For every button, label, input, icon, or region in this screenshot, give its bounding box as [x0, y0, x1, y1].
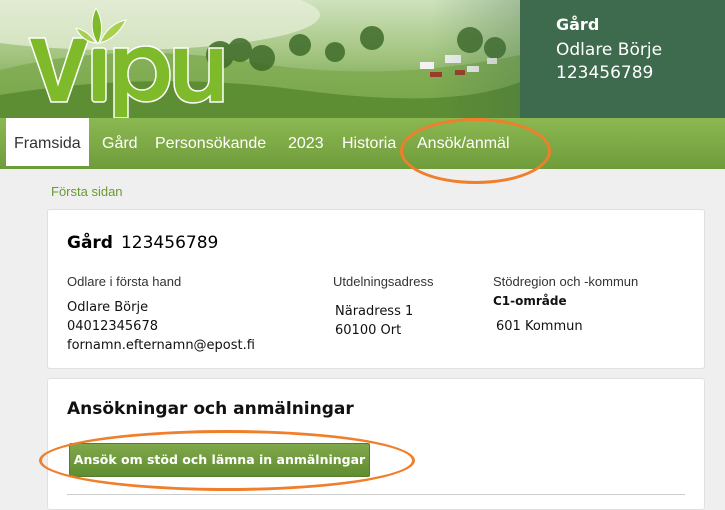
breadcrumb[interactable]: Första sidan — [51, 184, 123, 199]
farm-info: Gård Odlare Börje 123456789 — [556, 15, 662, 85]
farm-card-title-id: 123456789 — [120, 233, 219, 253]
farm-info-farmer-name: Odlare Börje — [556, 40, 663, 60]
owner-phone: 04012345678 — [67, 319, 158, 334]
nav-tab-framsida[interactable]: Framsida — [6, 118, 89, 169]
nav-tab-gard[interactable]: Gård — [102, 118, 138, 169]
owner-name: Odlare Börje — [67, 300, 149, 315]
address-line2: 60100 Ort — [335, 323, 402, 338]
farm-card-title-label: Gård — [67, 233, 113, 253]
owner-label: Odlare i första hand — [67, 274, 182, 289]
nav-tab-historia[interactable]: Historia — [342, 118, 396, 169]
nav-tab-personsokande[interactable]: Personsökande — [155, 118, 266, 169]
municipality-value: 601 Kommun — [496, 319, 583, 334]
header-banner: Gård Odlare Börje 123456789 — [0, 0, 725, 118]
region-label: Stödregion och -kommun — [493, 274, 639, 289]
applications-divider — [67, 494, 685, 495]
region-value: C1-område — [493, 294, 567, 308]
nav-tab-2023[interactable]: 2023 — [288, 118, 324, 169]
applications-title: Ansökningar och anmälningar — [67, 399, 354, 419]
farm-info-farm-id: 123456789 — [556, 63, 654, 83]
address-line1: Näradress 1 — [335, 304, 414, 319]
farm-card: Gård 123456789 Odlare i första hand Odlar… — [47, 209, 705, 369]
farm-card-title: Gård 123456789 — [67, 233, 218, 253]
main-nav: Framsida Gård Personsökande 2023 Histori… — [0, 118, 725, 169]
farm-info-label: Gård — [556, 15, 600, 34]
address-label: Utdelningsadress — [333, 274, 434, 289]
owner-email: fornamn.efternamn@epost.fi — [67, 338, 255, 353]
apply-for-support-button[interactable]: Ansök om stöd och lämna in anmälningar — [69, 443, 370, 477]
nav-tab-ansok-anmal[interactable]: Ansök/anmäl — [417, 118, 510, 169]
